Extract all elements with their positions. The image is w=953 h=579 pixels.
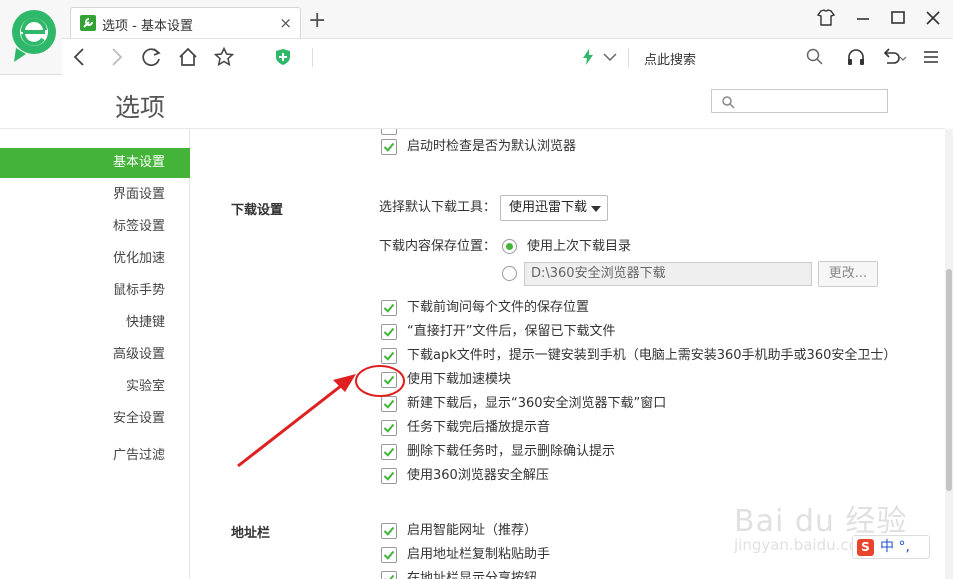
tab-options[interactable]: 选项 - 基本设置 ×	[70, 7, 301, 38]
close-window-icon[interactable]	[922, 8, 944, 28]
lightning-mode-icon[interactable]	[578, 47, 598, 67]
checkbox[interactable]	[381, 139, 397, 155]
download-tool-label: 选择默认下载工具：	[379, 200, 497, 215]
download-location-label: 下载内容保存位置：	[379, 239, 497, 254]
sidebar-item-label: 基本设置	[112, 155, 165, 170]
checkbox-label: 在地址栏显示分享按钮	[407, 571, 538, 579]
options-sidebar: 基本设置 界面设置 标签设置 优化加速 鼠标手势 快捷键 高级设置 实验室 安全…	[0, 129, 190, 579]
sidebar-item-adblock[interactable]: 广告过滤	[0, 441, 190, 471]
back-icon[interactable]	[70, 47, 90, 67]
maximize-icon[interactable]	[887, 8, 909, 28]
browser-logo-icon[interactable]	[10, 8, 60, 64]
download-tool-select[interactable]: 使用迅雷下载	[500, 195, 608, 221]
favorites-star-icon[interactable]	[214, 47, 234, 67]
sogou-ime-icon: S	[857, 539, 874, 556]
checkbox-label: 启用地址栏复制粘贴助手	[407, 547, 551, 562]
checkbox-label: 删除下载任务时，显示删除确认提示	[407, 444, 616, 459]
headphones-icon[interactable]	[846, 47, 866, 67]
checkbox[interactable]	[381, 444, 397, 460]
checkbox[interactable]	[381, 547, 397, 563]
sidebar-item-label: 高级设置	[112, 347, 165, 362]
checkbox[interactable]	[381, 396, 397, 412]
checkbox[interactable]	[381, 468, 397, 484]
checkbox-label: 使用360浏览器安全解压	[407, 468, 549, 483]
skin-shirt-icon[interactable]	[815, 8, 837, 28]
checkbox-label: “直接打开”文件后，保留已下载文件	[407, 324, 616, 339]
menu-hamburger-icon[interactable]	[921, 47, 941, 67]
download-path-field[interactable]: D:\360安全浏览器下载	[524, 262, 812, 286]
ime-status-text: 中 °,	[880, 539, 910, 555]
sidebar-item-label: 快捷键	[125, 315, 165, 330]
checkbox[interactable]	[381, 372, 397, 388]
sidebar-item-tabs[interactable]: 标签设置	[0, 212, 190, 242]
address-separator	[312, 48, 313, 67]
chevron-down-icon[interactable]	[600, 47, 620, 67]
options-search-input[interactable]	[711, 89, 888, 113]
browser-chrome: 选项 - 基本设置 × + 点此搜索	[0, 0, 953, 75]
radio-last-directory-label: 使用上次下载目录	[527, 239, 632, 254]
home-icon[interactable]	[178, 47, 198, 67]
sidebar-item-mouse-gestures[interactable]: 鼠标手势	[0, 276, 190, 306]
sidebar-item-shortcuts[interactable]: 快捷键	[0, 308, 190, 338]
checkbox[interactable]	[381, 420, 397, 436]
search-input[interactable]: 点此搜索	[644, 49, 696, 68]
change-path-button[interactable]: 更改...	[818, 261, 878, 287]
sidebar-item-label: 标签设置	[112, 219, 165, 234]
navigation-bar: 点此搜索	[62, 38, 953, 75]
sidebar-item-security[interactable]: 安全设置	[0, 404, 190, 434]
security-shield-icon[interactable]	[273, 47, 293, 67]
search-icon[interactable]	[805, 47, 825, 67]
watermark-brand: Bai du 经验	[734, 504, 908, 539]
tab-close-icon[interactable]: ×	[279, 14, 292, 32]
sidebar-item-interface[interactable]: 界面设置	[0, 180, 190, 210]
checkbox[interactable]	[381, 571, 397, 579]
section-title-download: 下载设置	[231, 203, 284, 218]
checkbox[interactable]	[381, 348, 397, 364]
undo-dropdown-icon[interactable]	[898, 47, 908, 67]
undo-close-icon[interactable]	[880, 47, 900, 67]
content-scrollbar[interactable]	[945, 129, 953, 579]
checkbox-label: 启动时检查是否为默认浏览器	[407, 139, 577, 154]
sidebar-item-label: 优化加速	[112, 251, 165, 266]
search-icon	[722, 96, 735, 109]
new-tab-button[interactable]: +	[308, 10, 326, 32]
ime-toolbar[interactable]: S 中 °,	[852, 535, 930, 559]
checkbox-label: 下载apk文件时，提示一键安装到手机（电脑上需安装360手机助手或360安全卫士…	[407, 348, 897, 363]
minimize-icon[interactable]	[852, 8, 874, 28]
sidebar-item-lab[interactable]: 实验室	[0, 372, 190, 402]
sidebar-item-optimize[interactable]: 优化加速	[0, 244, 190, 274]
download-tool-value: 使用迅雷下载	[509, 200, 588, 215]
checkbox-label: 使用下载加速模块	[407, 372, 512, 387]
tab-title: 选项 - 基本设置	[102, 19, 193, 34]
radio-custom-path[interactable]	[502, 266, 517, 281]
refresh-icon[interactable]	[142, 47, 162, 67]
checkbox-label: 任务下载完后播放提示音	[407, 420, 551, 435]
section-title-addressbar: 地址栏	[231, 526, 271, 541]
sidebar-item-basic[interactable]: 基本设置	[0, 148, 190, 178]
forward-icon[interactable]	[106, 47, 126, 67]
sidebar-item-label: 广告过滤	[112, 448, 165, 463]
dropdown-arrow-icon	[591, 206, 601, 212]
sidebar-item-advanced[interactable]: 高级设置	[0, 340, 190, 370]
checkbox-label: 启用智能网址（推荐）	[407, 523, 538, 538]
sidebar-item-label: 实验室	[125, 379, 165, 394]
sidebar-item-label: 安全设置	[112, 411, 165, 426]
wrench-icon	[80, 15, 96, 31]
sidebar-item-label: 鼠标手势	[112, 283, 165, 298]
checkbox[interactable]	[381, 324, 397, 340]
sidebar-item-label: 界面设置	[112, 187, 165, 202]
scrollbar-thumb[interactable]	[946, 269, 952, 491]
checkbox[interactable]	[381, 523, 397, 539]
checkbox-label: 下载前询问每个文件的保存位置	[407, 300, 590, 315]
checkbox-label: 新建下载后，显示“360安全浏览器下载”窗口	[407, 396, 667, 411]
radio-last-directory[interactable]	[502, 239, 517, 254]
page-title: 选项	[115, 93, 166, 122]
search-separator	[628, 48, 629, 67]
checkbox[interactable]	[381, 300, 397, 316]
checkbox[interactable]	[381, 129, 397, 135]
